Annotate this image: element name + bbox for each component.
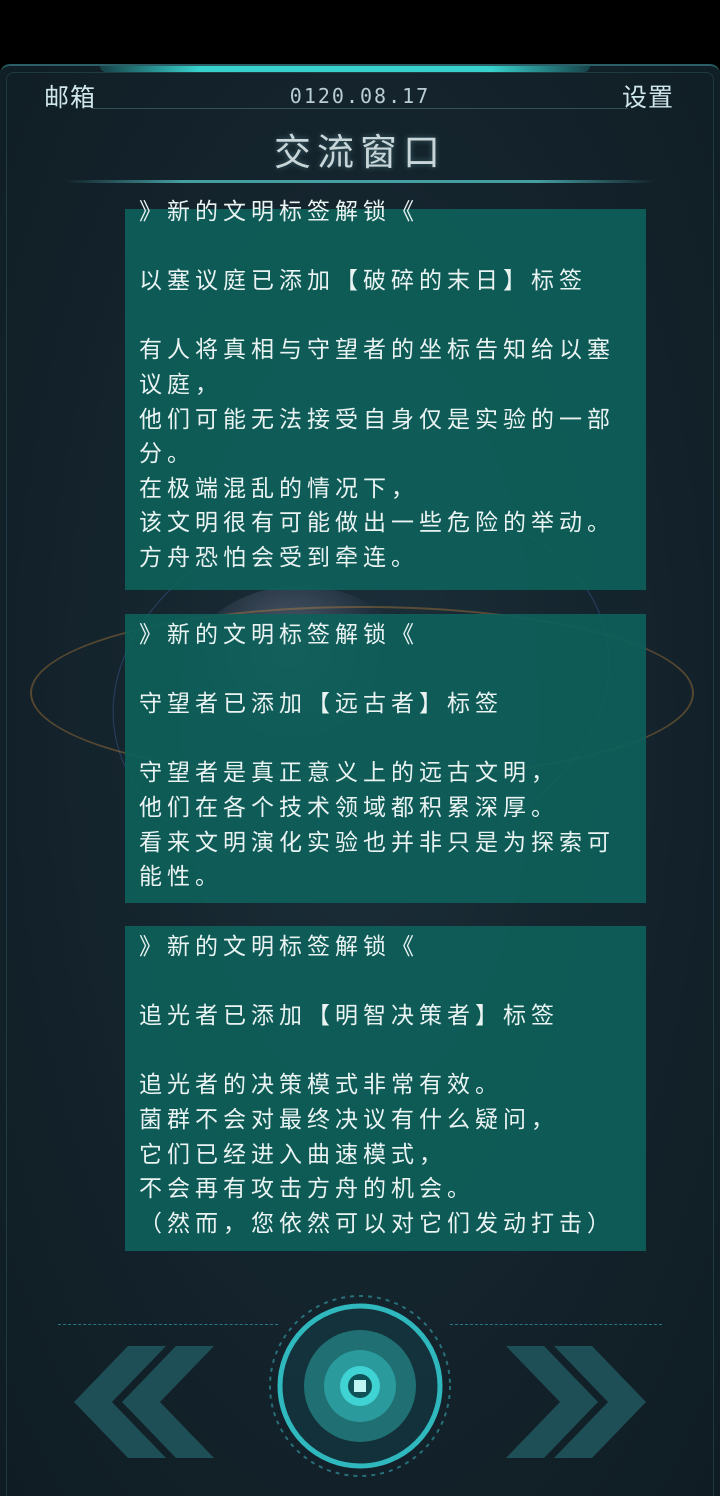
top-accent-bar (100, 66, 590, 72)
message-line: 追光者的决策模式非常有效。 (139, 1072, 503, 1099)
message-line (139, 965, 636, 1000)
message-body: 》新的文明标签解锁《 以塞议庭已添加【破碎的末日】标签 有人将真相与守望者的坐标… (139, 195, 636, 576)
core-button-icon (269, 1295, 451, 1477)
message-line (139, 230, 636, 265)
message-line: 》新的文明标签解锁《 (139, 934, 419, 960)
message-line: （然而，您依然可以对它们发动打击） (139, 1210, 615, 1237)
message-line: 有人将真相与守望者的坐标告知给以塞 (139, 337, 615, 364)
message-line: 他们在各个技术领域都积累深厚。 (139, 794, 559, 821)
message-line: 议庭， (139, 371, 223, 398)
header-divider (92, 108, 628, 109)
settings-button[interactable]: 设置 (622, 78, 674, 114)
message-line: 以塞议庭已添加【破碎的末日】标签 (139, 268, 587, 295)
bottom-divider-left (58, 1324, 278, 1325)
message-line: 分。 (139, 441, 195, 468)
bottom-divider-right (450, 1324, 662, 1325)
message-line (139, 722, 636, 757)
message-card[interactable]: 》新的文明标签解锁《 守望者已添加【远古者】标签 守望者是真正意义上的远古文明，… (125, 614, 646, 903)
message-line: 它们已经进入曲速模式， (139, 1141, 447, 1168)
double-chevron-left-icon (74, 1346, 214, 1458)
message-line: 在极端混乱的情况下， (139, 475, 419, 502)
message-line: 能性。 (139, 864, 223, 891)
next-page-button[interactable] (506, 1346, 654, 1462)
message-line: 》新的文明标签解锁《 (139, 622, 419, 648)
title-divider (64, 180, 656, 183)
message-line: 看来文明演化实验也并非只是为探索可 (139, 829, 615, 856)
message-line (139, 653, 636, 688)
message-line: 》新的文明标签解锁《 (139, 199, 419, 225)
double-chevron-right-icon (506, 1346, 646, 1458)
previous-page-button[interactable] (66, 1346, 214, 1462)
core-action-button[interactable] (268, 1294, 452, 1478)
game-date: 0120.08.17 (289, 84, 431, 108)
message-card[interactable]: 》新的文明标签解锁《 以塞议庭已添加【破碎的末日】标签 有人将真相与守望者的坐标… (125, 199, 646, 590)
message-line: 不会再有攻击方舟的机会。 (139, 1176, 475, 1203)
message-line: 守望者是真正意义上的远古文明， (139, 760, 559, 787)
communication-window: 邮箱 0120.08.17 设置 交流窗口 》新的文明标签解锁《 以塞议庭已添加… (0, 64, 720, 1496)
message-line (139, 1034, 636, 1069)
message-card[interactable]: 》新的文明标签解锁《 追光者已添加【明智决策者】标签 追光者的决策模式非常有效。… (125, 926, 646, 1251)
game-screen: 邮箱 0120.08.17 设置 交流窗口 》新的文明标签解锁《 以塞议庭已添加… (0, 0, 720, 1496)
message-line: 该文明很有可能做出一些危险的举动。 (139, 510, 615, 537)
page-title: 交流窗口 (274, 131, 446, 174)
message-line: 追光者已添加【明智决策者】标签 (139, 1003, 559, 1030)
message-line: 守望者已添加【远古者】标签 (139, 691, 503, 718)
message-line: 方舟恐怕会受到牵连。 (139, 544, 419, 571)
message-line (139, 299, 636, 334)
message-line: 菌群不会对最终决议有什么疑问， (139, 1106, 559, 1133)
message-line: 他们可能无法接受自身仅是实验的一部 (139, 406, 615, 433)
